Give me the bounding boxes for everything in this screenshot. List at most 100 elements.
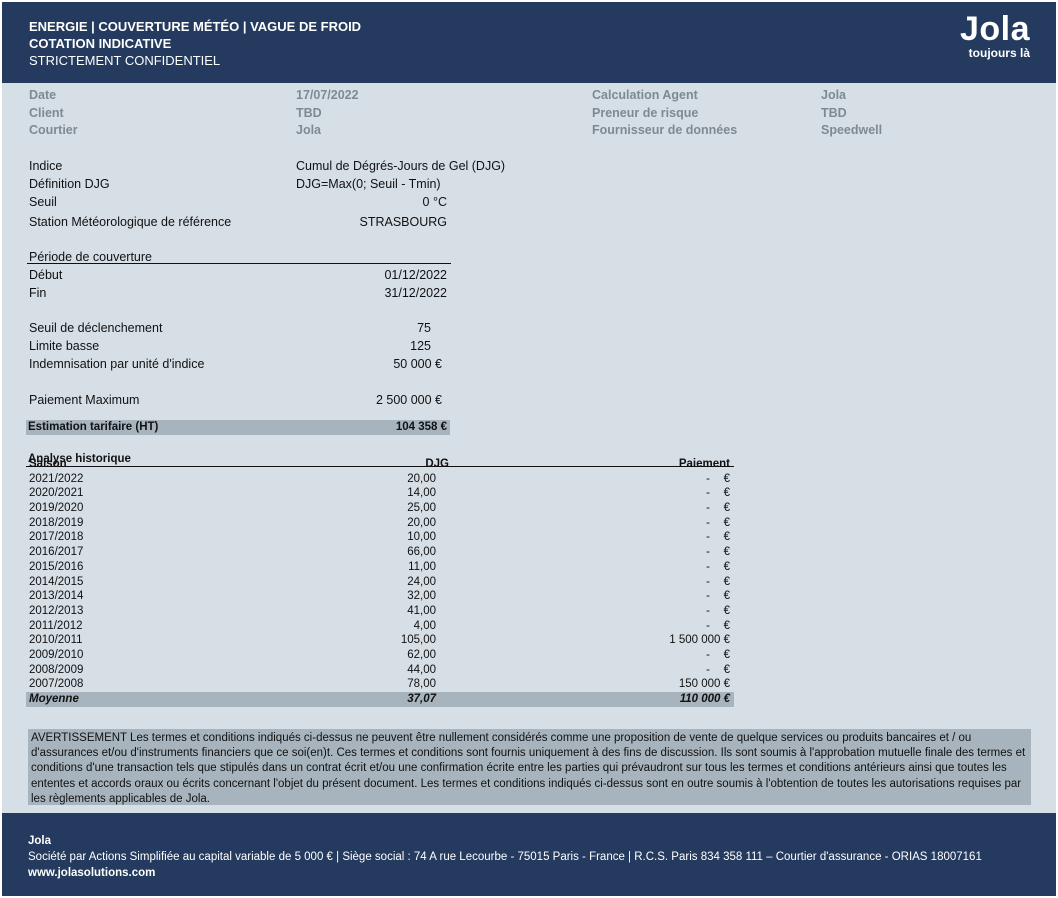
start-value: 01/12/2022 — [384, 268, 447, 282]
data-provider-value: Speedwell — [821, 123, 883, 137]
table-row: 2008/2009 44,00 - € — [29, 663, 734, 678]
currency-cell: € — [723, 487, 730, 500]
price-estimate-value: 104 358 € — [395, 421, 447, 433]
currency-cell: € — [723, 560, 730, 573]
payment-cell: 1 500 000 € — [669, 634, 730, 647]
payment-cell: - — [706, 648, 710, 661]
start-label: Début — [29, 268, 63, 282]
season-cell: 2009/2010 — [29, 648, 84, 661]
season-cell: 2008/2009 — [29, 663, 84, 676]
lower-limit-value: 125 — [410, 339, 431, 353]
jola-logo: Jola toujours là — [960, 12, 1030, 60]
djg-cell: 4,00 — [413, 619, 436, 632]
footer-banner: Jola Société par Actions Simplifiée au c… — [2, 813, 1056, 896]
season-cell: 2016/2017 — [29, 546, 84, 559]
period-title: Période de couverture — [29, 250, 152, 264]
average-label: Moyenne — [29, 693, 79, 705]
payment-cell: - — [706, 560, 710, 573]
payment-cell: - — [706, 604, 710, 617]
table-row: 2009/2010 62,00 - € — [29, 648, 734, 663]
table-row: 2016/2017 66,00 - € — [29, 545, 734, 560]
currency-cell: € — [723, 546, 730, 559]
footer-website: www.jolasolutions.com — [28, 867, 156, 879]
max-payment-value: 2 500 000 € — [375, 393, 442, 407]
season-cell: 2012/2013 — [29, 604, 84, 617]
broker-label: Courtier — [29, 123, 78, 137]
payment-cell: - — [706, 502, 710, 515]
max-payment-label: Paiement Maximum — [29, 393, 140, 407]
footer-legal: Société par Actions Simplifiée au capita… — [28, 851, 982, 863]
payment-cell: - — [706, 531, 710, 544]
table-row: 2011/2012 4,00 - € — [29, 619, 734, 634]
djg-definition-value: DJG=Max(0; Seuil - Tmin) — [296, 177, 441, 191]
footer-company: Jola — [28, 835, 52, 847]
payment-cell: - — [706, 663, 710, 676]
payment-cell: - — [706, 472, 710, 485]
currency-cell: € — [723, 590, 730, 603]
djg-cell: 32,00 — [407, 590, 436, 603]
risk-taker-label: Preneur de risque — [592, 106, 699, 120]
currency-cell: € — [723, 516, 730, 529]
agent-value: Jola — [821, 88, 847, 102]
season-cell: 2021/2022 — [29, 472, 84, 485]
payment-cell: - — [706, 487, 710, 500]
lower-limit-label: Limite basse — [29, 339, 100, 353]
table-row: 2019/2020 25,00 - € — [29, 501, 734, 516]
table-row: 2010/2011 105,00 1 500 000 € — [29, 633, 734, 648]
history-table: Saison DJG Paiement 2021/2022 20,00- €2020… — [26, 457, 734, 707]
table-row: 2014/2015 24,00 - € — [29, 575, 734, 590]
table-row: 2012/2013 41,00 - € — [29, 604, 734, 619]
history-header-row: Saison DJG Paiement — [29, 457, 734, 472]
index-value: Cumul de Dégrés-Jours de Gel (DJG) — [296, 159, 506, 173]
djg-cell: 44,00 — [407, 663, 436, 676]
season-cell: 2020/2021 — [29, 487, 84, 500]
djg-header: DJG — [425, 458, 449, 470]
season-cell: 2017/2018 — [29, 531, 84, 544]
currency-cell: € — [723, 604, 730, 617]
history-average-row: Moyenne 37,07 110 000 € — [26, 692, 734, 707]
season-cell: 2007/2008 — [29, 678, 84, 691]
disclaimer: AVERTISSEMENT Les termes et conditions i… — [28, 729, 1031, 805]
average-djg: 37,07 — [407, 693, 436, 705]
djg-cell: 11,00 — [408, 560, 436, 573]
currency-cell: € — [723, 663, 730, 676]
season-cell: 2013/2014 — [29, 590, 84, 603]
client-value: TBD — [296, 106, 322, 120]
table-row: 2007/2008 78,00 150 000 € — [29, 677, 734, 692]
data-provider-label: Fournisseur de données — [592, 123, 738, 137]
currency-cell: € — [723, 619, 730, 632]
payment-cell: - — [706, 516, 710, 529]
djg-definition-label: Définition DJG — [29, 177, 110, 191]
table-row: 2020/2021 14,00 - € — [29, 486, 734, 501]
end-label: Fin — [29, 286, 47, 300]
djg-cell: 62,00 — [407, 648, 436, 661]
season-cell: 2019/2020 — [29, 502, 84, 515]
payment-cell: - — [706, 619, 710, 632]
header-banner: ENERGIE | COUVERTURE MÉTÉO | VAGUE DE FR… — [2, 2, 1056, 83]
payment-cell: 150 000 € — [678, 678, 730, 691]
season-header: Saison — [29, 458, 67, 470]
doc-type: COTATION INDICATIVE — [29, 36, 172, 51]
currency-cell: € — [723, 502, 730, 515]
season-cell: 2011/2012 — [29, 619, 83, 632]
season-cell: 2015/2016 — [29, 560, 84, 573]
broker-value: Jola — [296, 123, 322, 137]
table-row: 2015/2016 11,00 - € — [29, 560, 734, 575]
payment-cell: - — [706, 575, 710, 588]
doc-category: ENERGIE | COUVERTURE MÉTÉO | VAGUE DE FR… — [29, 19, 362, 34]
price-estimate-label: Estimation tarifaire (HT) — [28, 421, 159, 433]
payment-header: Paiement — [678, 458, 730, 470]
average-payment: 110 000 € — [679, 693, 730, 705]
station-value: STRASBOURG — [359, 215, 447, 229]
season-cell: 2014/2015 — [29, 575, 84, 588]
payment-cell: - — [706, 590, 710, 603]
table-row: 2013/2014 32,00 - € — [29, 589, 734, 604]
period-rule — [27, 263, 451, 264]
confidentiality-notice: STRICTEMENT CONFIDENTIEL — [29, 53, 221, 68]
threshold-value: 0 °C — [422, 195, 447, 209]
trigger-label: Seuil de déclenchement — [29, 321, 163, 335]
client-label: Client — [29, 106, 64, 120]
risk-taker-value: TBD — [821, 106, 847, 120]
threshold-label: Seuil — [29, 195, 57, 209]
table-row: 2018/2019 20,00 - € — [29, 516, 734, 531]
